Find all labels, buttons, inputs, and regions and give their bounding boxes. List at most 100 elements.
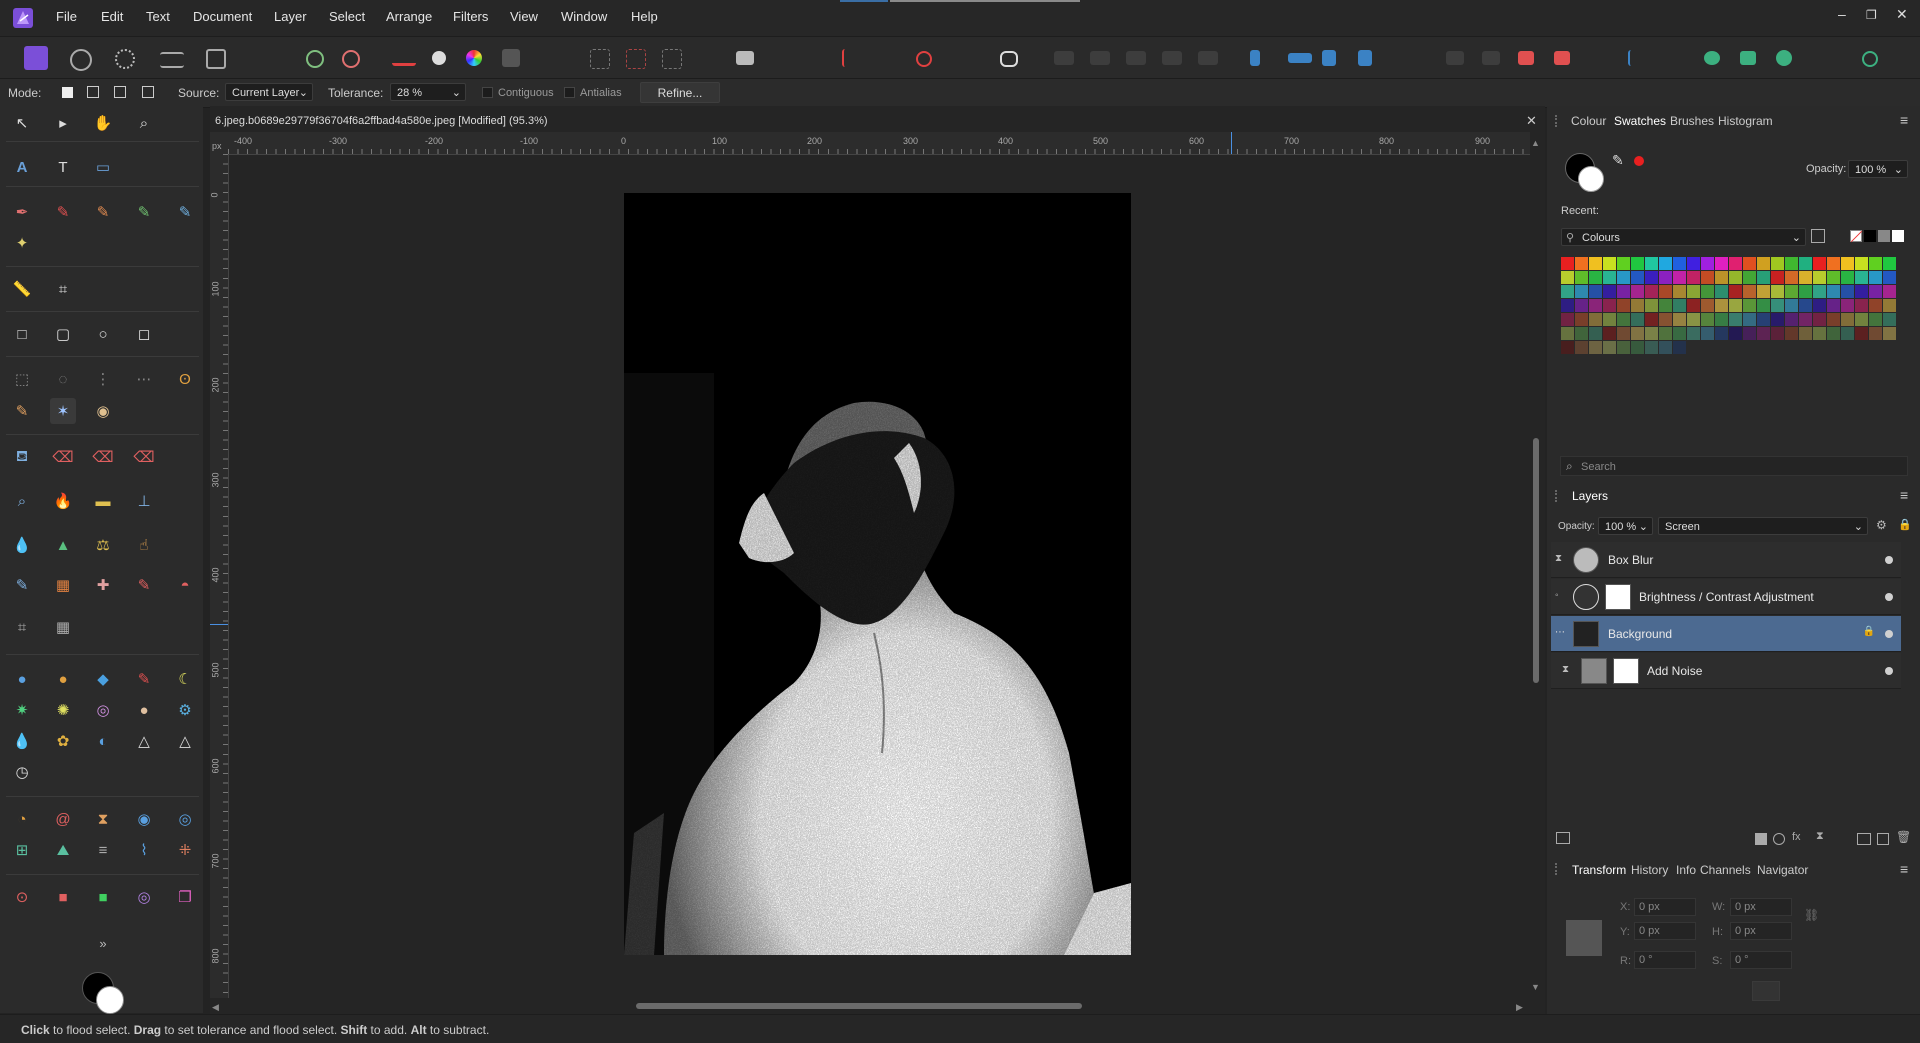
move-tool-icon[interactable]: ↖ <box>9 110 35 136</box>
source-select[interactable]: Current Layer ⌄ <box>225 83 313 101</box>
swatch-cell[interactable] <box>1631 285 1644 298</box>
healing-brush-icon[interactable]: ✚ <box>90 572 116 598</box>
sphere-icon[interactable]: ● <box>131 697 157 723</box>
swatch-cell[interactable] <box>1771 271 1784 284</box>
assistant-icon[interactable] <box>342 50 360 68</box>
swatch-cell[interactable] <box>1673 257 1686 270</box>
background-erase-icon[interactable]: ⌫ <box>90 444 116 470</box>
ellipse-tool-icon[interactable]: ○ <box>90 321 116 347</box>
swatch-cell[interactable] <box>1813 257 1826 270</box>
tab-brushes[interactable]: Brushes <box>1670 114 1714 128</box>
swatch-cell[interactable] <box>1757 313 1770 326</box>
rotate-right-icon[interactable] <box>1358 50 1372 66</box>
scroll-left-icon[interactable]: ◀ <box>212 1002 219 1013</box>
vertical-scrollbar[interactable] <box>1533 438 1539 683</box>
visibility-dot[interactable] <box>1885 556 1893 564</box>
swatch-cell[interactable] <box>1883 299 1896 312</box>
star-burst-icon[interactable]: ✷ <box>9 697 35 723</box>
patch-tool-icon[interactable]: ▦ <box>50 572 76 598</box>
swirl-icon[interactable]: ◔ <box>9 806 35 832</box>
tab-history[interactable]: History <box>1631 863 1668 877</box>
h-field[interactable]: 0 px <box>1730 922 1792 940</box>
swatch-cell[interactable] <box>1771 257 1784 270</box>
swatch-cell[interactable] <box>1743 271 1756 284</box>
brush-preset-red-icon[interactable]: ✎ <box>131 666 157 692</box>
scroll-down-icon[interactable]: ▼ <box>1531 982 1540 992</box>
swatch-cell[interactable] <box>1687 271 1700 284</box>
swatch-cell[interactable] <box>1631 313 1644 326</box>
swatch-cell[interactable] <box>1869 257 1882 270</box>
brush-preset-cube-icon[interactable]: ◆ <box>90 666 116 692</box>
squares-overlap-icon[interactable]: ❐ <box>172 884 198 910</box>
ring-icon[interactable]: ◎ <box>90 697 116 723</box>
tab-swatches[interactable]: Swatches <box>1614 114 1666 128</box>
swatch-cell[interactable] <box>1855 313 1868 326</box>
transform-options-button[interactable] <box>1752 981 1780 1001</box>
blur-brush-icon[interactable]: 💧 <box>9 532 35 558</box>
flood-fill-tool-icon[interactable]: ⛾ <box>9 444 35 470</box>
triangle-outline-icon[interactable]: △ <box>172 728 198 754</box>
swatch-cell[interactable] <box>1701 299 1714 312</box>
zoom-tool-icon[interactable]: ⌕ <box>131 110 157 136</box>
tab-info[interactable]: Info <box>1676 863 1696 877</box>
swatch-cell[interactable] <box>1827 327 1840 340</box>
swatch-cell[interactable] <box>1869 313 1882 326</box>
swatch-cell[interactable] <box>1561 271 1574 284</box>
w-field[interactable]: 0 px <box>1730 898 1792 916</box>
swatch-cell[interactable] <box>1883 327 1896 340</box>
swatch-cell[interactable] <box>1701 271 1714 284</box>
swatch-cell[interactable] <box>1855 257 1868 270</box>
ring-gradient-icon[interactable]: ◎ <box>131 884 157 910</box>
restore-button[interactable]: ❐ <box>1866 8 1877 22</box>
symmetry-tool-icon[interactable]: ✦ <box>9 230 35 256</box>
swatch-cell[interactable] <box>1729 313 1742 326</box>
swatch-grid[interactable] <box>1561 257 1898 355</box>
swatch-cell[interactable] <box>1631 299 1644 312</box>
red-eye-tool-icon[interactable]: ◓ <box>172 572 198 598</box>
swatch-cell[interactable] <box>1575 257 1588 270</box>
quick-mask-icon[interactable] <box>736 51 754 65</box>
hourglass-icon[interactable]: ⧗ <box>1816 830 1824 843</box>
swatch-cell[interactable] <box>1813 271 1826 284</box>
shear-field[interactable]: 0 ° <box>1730 951 1792 969</box>
menu-document[interactable]: Document <box>193 9 252 24</box>
menu-edit[interactable]: Edit <box>101 9 123 24</box>
rectangle-tool-icon[interactable]: □ <box>9 321 35 347</box>
swatch-cell[interactable] <box>1603 341 1616 354</box>
row-marquee-icon[interactable]: ⋯ <box>131 366 157 392</box>
swatch-cell[interactable] <box>1687 299 1700 312</box>
menu-help[interactable]: Help <box>631 9 658 24</box>
mountain-icon[interactable]: ⛰ <box>50 837 76 863</box>
rectangular-marquee-icon[interactable]: ⬚ <box>9 366 35 392</box>
menu-view[interactable]: View <box>510 9 538 24</box>
tab-histogram[interactable]: Histogram <box>1718 114 1773 128</box>
layer-row[interactable]: ◦ Brightness / Contrast Adjustment <box>1551 579 1901 615</box>
swatch-cell[interactable] <box>1743 327 1756 340</box>
swatch-cell[interactable] <box>1617 257 1630 270</box>
swatch-cell[interactable] <box>1575 285 1588 298</box>
swatch-cell[interactable] <box>1589 299 1602 312</box>
swatch-cell[interactable] <box>1673 299 1686 312</box>
swatch-cell[interactable] <box>1729 257 1742 270</box>
straighten-tool-icon[interactable]: 📏 <box>9 276 35 302</box>
layers-menu-icon[interactable]: ≡ <box>1900 487 1908 503</box>
user-account-icon[interactable] <box>1862 51 1878 67</box>
swatch-cell[interactable] <box>1841 257 1854 270</box>
swatch-cell[interactable] <box>1589 285 1602 298</box>
swatch-cell[interactable] <box>1687 257 1700 270</box>
refine-button[interactable]: Refine... <box>640 82 720 103</box>
adjustments-icon[interactable] <box>1773 833 1785 845</box>
secondary-colour-swatch[interactable] <box>96 986 124 1014</box>
link-proportions-icon[interactable]: ⛓ <box>1804 908 1819 922</box>
swatch-cell[interactable] <box>1729 271 1742 284</box>
column-marquee-icon[interactable]: ⋮ <box>90 366 116 392</box>
swatch-cell[interactable] <box>1631 271 1644 284</box>
gear-icon[interactable] <box>306 50 324 68</box>
swatch-grey[interactable] <box>1878 230 1890 242</box>
layer-row[interactable]: ⋯ Background 🔒 <box>1551 616 1901 652</box>
antialias-checkbox[interactable] <box>564 87 575 98</box>
swatch-cell[interactable] <box>1771 313 1784 326</box>
triangle-icon[interactable]: △ <box>131 728 157 754</box>
circle-target-icon[interactable]: ⊙ <box>9 884 35 910</box>
swatch-white[interactable] <box>1892 230 1904 242</box>
